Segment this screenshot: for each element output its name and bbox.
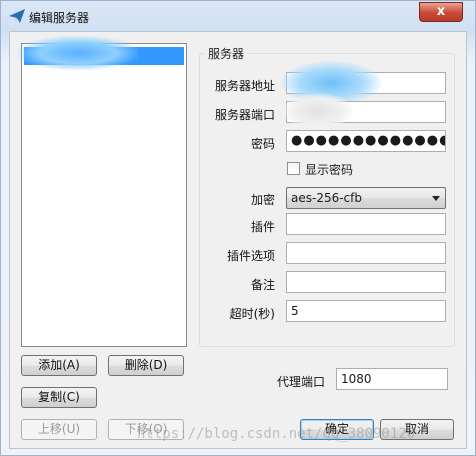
add-button[interactable]: 添加(A) [21,355,97,376]
plugin-options-label: 插件选项 [226,249,275,263]
edit-server-dialog: 编辑服务器 x 添加(A) 删除(D) 复制(C) 上移(U) 下移(O) 服务… [0,0,476,456]
plugin-label: 插件 [250,220,275,234]
timeout-label: 超时(秒) [229,307,275,321]
server-list[interactable] [18,36,187,347]
window-title: 编辑服务器 [29,11,90,25]
password-input[interactable]: ●●●●●●●●●●●●●●●● [286,130,446,152]
delete-button[interactable]: 删除(D) [108,355,184,376]
redacted-server-name [18,36,138,70]
close-button[interactable]: x [419,2,463,22]
watermark-url: https://blog.csdn.net/qq_38090120 [137,426,416,442]
close-icon: x [436,4,446,19]
server-port-label: 服务器端口 [214,108,275,122]
proxy-port-input[interactable]: 1080 [336,368,448,390]
encryption-select[interactable]: aes-256-cfb [286,187,446,209]
move-up-button[interactable]: 上移(U) [21,419,97,440]
proxy-port-label: 代理端口 [276,375,325,389]
plugin-options-input[interactable] [286,242,446,264]
plugin-input[interactable] [286,213,446,235]
encryption-value: aes-256-cfb [291,191,362,205]
paper-plane-icon [9,9,25,23]
show-password-label[interactable]: 显示密码 [305,161,353,178]
password-label: 密码 [250,137,275,151]
remarks-input[interactable] [286,271,446,293]
show-password-checkbox[interactable] [287,162,300,175]
server-group-title: 服务器 [205,45,248,62]
chevron-down-icon [432,196,440,201]
remarks-label: 备注 [250,278,275,292]
encryption-label: 加密 [250,193,275,207]
copy-button[interactable]: 复制(C) [21,387,97,408]
redacted-port [283,93,353,129]
timeout-input[interactable]: 5 [286,300,446,322]
title-bar[interactable]: 编辑服务器 x [1,1,475,31]
server-address-label: 服务器地址 [214,79,275,93]
